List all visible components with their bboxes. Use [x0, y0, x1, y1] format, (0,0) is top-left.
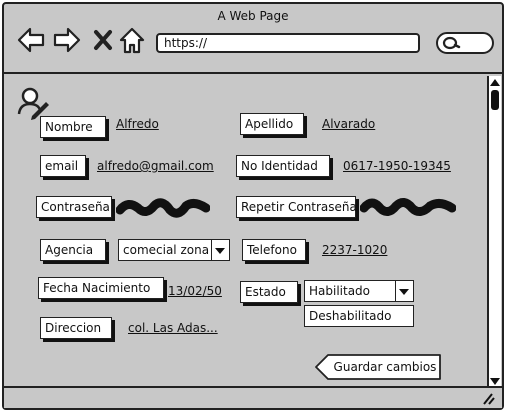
- window-title: A Web Page: [217, 9, 289, 23]
- direccion-label: Direccion: [40, 317, 112, 339]
- estado-option-deshabilitado[interactable]: Deshabilitado: [304, 305, 414, 327]
- apellido-value[interactable]: Alvarado: [322, 117, 375, 131]
- status-bar: [4, 386, 502, 408]
- url-input[interactable]: https://: [156, 33, 420, 53]
- email-label: email: [40, 155, 86, 177]
- telefono-label: Telefono: [242, 239, 306, 261]
- agencia-label: Agencia: [40, 239, 106, 261]
- estado-dropdown-button[interactable]: [395, 281, 413, 301]
- resize-grip-icon[interactable]: [480, 391, 496, 405]
- search-box[interactable]: [436, 32, 494, 54]
- fecha-value[interactable]: 13/02/50: [168, 284, 222, 298]
- email-value[interactable]: alfredo@gmail.com: [97, 159, 214, 173]
- save-button[interactable]: Guardar cambios: [312, 354, 442, 380]
- nombre-value[interactable]: Alfredo: [116, 117, 159, 131]
- arrow-right-icon[interactable]: [52, 26, 82, 54]
- repeat-password-masked-field[interactable]: [360, 194, 456, 222]
- chevron-down-icon: [399, 289, 409, 295]
- save-button-label: Guardar cambios: [333, 360, 437, 374]
- form-area: Nombre Alfredo Apellido Alvarado email a…: [4, 74, 488, 388]
- chevron-down-icon: [215, 248, 225, 254]
- home-icon[interactable]: [118, 26, 146, 54]
- estado-select[interactable]: Habilitado: [304, 280, 414, 302]
- apellido-label: Apellido: [240, 113, 304, 135]
- agencia-dropdown-button[interactable]: [211, 240, 229, 260]
- agencia-select[interactable]: comecial zona: [118, 239, 230, 261]
- search-icon: [442, 36, 461, 50]
- arrow-left-icon[interactable]: [16, 26, 46, 54]
- agencia-selected: comecial zona: [123, 243, 210, 257]
- telefono-value[interactable]: 2237-1020: [322, 243, 387, 257]
- fecha-label: Fecha Nacimiento: [38, 277, 164, 299]
- browser-window: A Web Page https:// Nombre Alfredo Apell…: [2, 2, 504, 410]
- password-masked-field[interactable]: [116, 194, 210, 222]
- scrollbar-track: [490, 79, 500, 385]
- close-icon[interactable]: [92, 26, 114, 54]
- direccion-value[interactable]: col. Las Adas...: [128, 321, 218, 335]
- vertical-scrollbar[interactable]: [487, 76, 501, 388]
- nombre-label: Nombre: [40, 116, 106, 138]
- estado-selected: Habilitado: [309, 284, 371, 298]
- identidad-value[interactable]: 0617-1950-19345: [343, 159, 451, 173]
- repetir-label: Repetir Contraseña: [236, 196, 357, 218]
- estado-label: Estado: [240, 281, 298, 303]
- contrasena-label: Contraseña: [36, 196, 112, 218]
- identidad-label: No Identidad: [236, 155, 330, 177]
- browser-toolbar: A Web Page https://: [4, 4, 502, 74]
